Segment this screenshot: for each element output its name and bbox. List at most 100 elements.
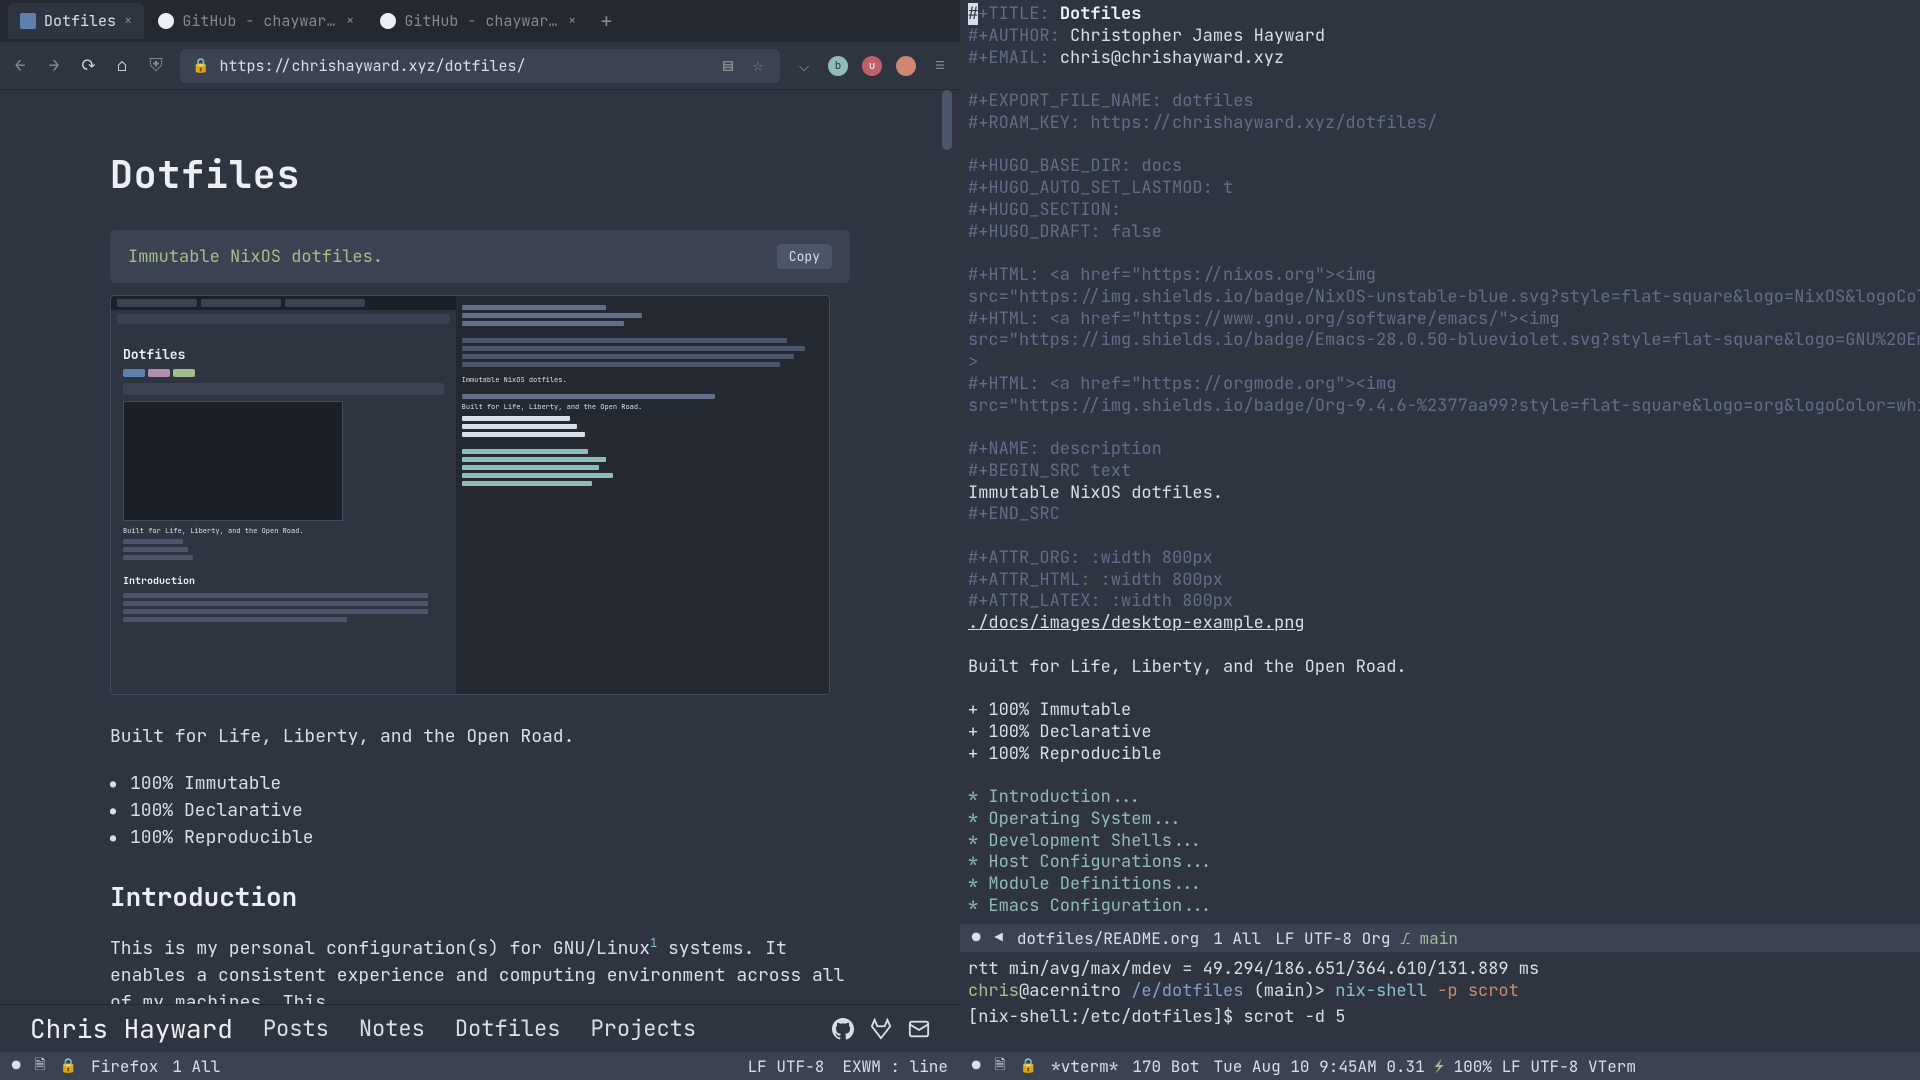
reload-icon[interactable]: ⟳: [78, 56, 98, 76]
org-keyword: #+BEGIN_SRC text: [968, 460, 1131, 482]
major-mode: VTerm: [1588, 1056, 1636, 1077]
vterm-buffer[interactable]: rtt min/avg/max/mdev = 49.294/186.651/36…: [960, 952, 1920, 1052]
buffer-position: 1 All: [172, 1056, 220, 1077]
nav-link-dotfiles[interactable]: Dotfiles: [455, 1014, 561, 1043]
org-keyword: #+AUTHOR:: [968, 25, 1060, 47]
vterm-modeline: ● 🗎 🔒 *vterm* 170 Bot Tue Aug 10 9:45AM …: [960, 1052, 1920, 1080]
mini-text: Immutable NixOS dotfiles.: [462, 376, 823, 385]
term-host: @acernitro: [1019, 980, 1121, 1002]
battery-pct: 100%: [1454, 1056, 1492, 1077]
page-title: Dotfiles: [110, 150, 850, 200]
major-mode: Org: [1362, 928, 1391, 949]
org-link[interactable]: ./docs/images/desktop-example.png: [968, 612, 1305, 634]
buffer-position: 170 Bot: [1132, 1056, 1199, 1077]
org-keyword: #+ATTR_HTML: :width 800px: [968, 569, 1223, 591]
pocket-icon[interactable]: ⌵: [794, 56, 814, 76]
buffer-name: Firefox: [91, 1056, 158, 1077]
buffer-position: 1 All: [1213, 928, 1261, 949]
encoding: LF UTF-8: [1502, 1056, 1579, 1077]
battery-icon: ⚡: [1434, 1056, 1444, 1077]
shield-icon[interactable]: ⛨: [146, 56, 166, 76]
tab-title: GitHub - chayward1/dotf: [404, 11, 560, 31]
close-icon[interactable]: ×: [568, 12, 576, 30]
buffer-name: dotfiles/README.org: [1017, 928, 1199, 949]
org-keyword: #+ATTR_LATEX: :width 800px: [968, 590, 1233, 612]
mini-heading: Dotfiles: [123, 346, 444, 363]
term-path: /e/dotfiles: [1131, 980, 1243, 1002]
scrollbar[interactable]: [942, 90, 952, 150]
org-heading[interactable]: * Host Configurations...: [968, 851, 1213, 873]
org-keyword: #+EXPORT_FILE_NAME: dotfiles: [968, 90, 1254, 112]
desktop-screenshot-image: Dotfiles Built for Life, Liberty, and th…: [110, 295, 830, 695]
exwm-modeline-left: ● 🗎 🔒 Firefox 1 All LF UTF-8 EXWM : line: [0, 1052, 960, 1080]
browser-tab[interactable]: GitHub - chayward1/dotf ×: [146, 3, 366, 39]
org-keyword: #+HUGO_DRAFT: false: [968, 221, 1162, 243]
term-branch: (main)>: [1254, 980, 1325, 1002]
copy-button[interactable]: Copy: [777, 244, 832, 269]
term-command: nix-shell: [1335, 980, 1427, 1002]
url-bar[interactable]: 🔒 https://chrishayward.xyz/dotfiles/ ▤ ☆: [180, 49, 780, 83]
site-name[interactable]: Chris Hayward: [30, 1011, 233, 1046]
org-buffer[interactable]: #+TITLE: Dotfiles #+AUTHOR: Christopher …: [960, 0, 1920, 924]
lock-icon: 🔒: [192, 57, 209, 75]
org-keyword: #+HUGO_AUTO_SET_LASTMOD: t: [968, 177, 1233, 199]
file-icon: 🗎: [994, 1054, 1005, 1078]
org-list-item: + 100% Immutable: [968, 699, 1131, 721]
github-icon: [380, 13, 396, 29]
section-heading: Introduction: [110, 879, 850, 914]
lock-icon: 🔒: [1020, 1057, 1037, 1075]
term-output: rtt min/avg/max/mdev = 49.294/186.651/36…: [968, 958, 1539, 980]
browser-tab-bar: Dotfiles × GitHub - chayward1/dotf × Git…: [0, 0, 960, 42]
close-icon[interactable]: ×: [346, 12, 354, 30]
nav-link-posts[interactable]: Posts: [263, 1014, 329, 1043]
nav-link-projects[interactable]: Projects: [590, 1014, 696, 1043]
browser-tab-active[interactable]: Dotfiles ×: [8, 3, 144, 39]
org-html: src="https://img.shields.io/badge/Org-9.…: [968, 395, 1920, 417]
org-keyword: #+END_SRC: [968, 503, 1060, 525]
list-item: 100% Immutable: [130, 772, 850, 795]
org-keyword: +TITLE:: [978, 3, 1049, 25]
org-html: src="https://img.shields.io/badge/NixOS-…: [968, 286, 1920, 308]
text: This is my personal configuration(s) for…: [110, 937, 650, 960]
org-keyword: #+HUGO_SECTION:: [968, 199, 1121, 221]
org-heading[interactable]: * Emacs Configuration...: [968, 895, 1213, 917]
org-keyword: #+HUGO_BASE_DIR: docs: [968, 155, 1182, 177]
extension-icon[interactable]: [896, 56, 916, 76]
code-block: Immutable NixOS dotfiles. Copy: [110, 230, 850, 283]
org-heading[interactable]: * Development Shells...: [968, 830, 1203, 852]
nav-link-notes[interactable]: Notes: [359, 1014, 425, 1043]
term-args: -p scrot: [1437, 980, 1519, 1002]
org-heading[interactable]: * Module Definitions...: [968, 873, 1203, 895]
close-icon[interactable]: ×: [124, 12, 132, 30]
back-icon[interactable]: ←: [10, 56, 30, 76]
org-heading[interactable]: * Operating System...: [968, 808, 1182, 830]
tagline: Built for Life, Liberty, and the Open Ro…: [110, 725, 850, 748]
mini-heading: Introduction: [123, 574, 444, 587]
github-icon[interactable]: [832, 1018, 854, 1040]
mini-text: Built for Life, Liberty, and the Open Ro…: [123, 527, 444, 536]
extension-icon[interactable]: b: [828, 56, 848, 76]
encoding: LF UTF-8: [748, 1056, 825, 1077]
org-src-body: Immutable NixOS dotfiles.: [968, 482, 1223, 504]
browser-tab[interactable]: GitHub - chayward1/dotf ×: [368, 3, 588, 39]
circle-icon: ●: [972, 1057, 980, 1075]
page-content: Dotfiles Immutable NixOS dotfiles. Copy …: [0, 90, 960, 1004]
org-heading[interactable]: * Introduction...: [968, 786, 1141, 808]
mail-icon[interactable]: [908, 1018, 930, 1040]
bookmark-icon[interactable]: ☆: [748, 56, 768, 76]
major-mode: EXWM : line: [842, 1056, 948, 1077]
reader-icon[interactable]: ▤: [718, 56, 738, 76]
circle-icon: ●: [972, 929, 980, 947]
menu-icon[interactable]: ≡: [930, 56, 950, 76]
term-command: scrot -d 5: [1243, 1006, 1345, 1028]
git-branch: ⎇ main: [1400, 928, 1458, 949]
ublock-icon[interactable]: u: [862, 56, 882, 76]
org-list-item: + 100% Declarative: [968, 721, 1152, 743]
home-icon[interactable]: ⌂: [112, 56, 132, 76]
org-html: #+HTML: <a href="https://orgmode.org"><i…: [968, 373, 1396, 395]
org-html: #+HTML: <a href="https://nixos.org"><img: [968, 264, 1376, 286]
forward-icon[interactable]: →: [44, 56, 64, 76]
file-icon: 🗎: [34, 1054, 45, 1078]
new-tab-button[interactable]: +: [590, 4, 622, 38]
gitlab-icon[interactable]: [870, 1018, 892, 1040]
